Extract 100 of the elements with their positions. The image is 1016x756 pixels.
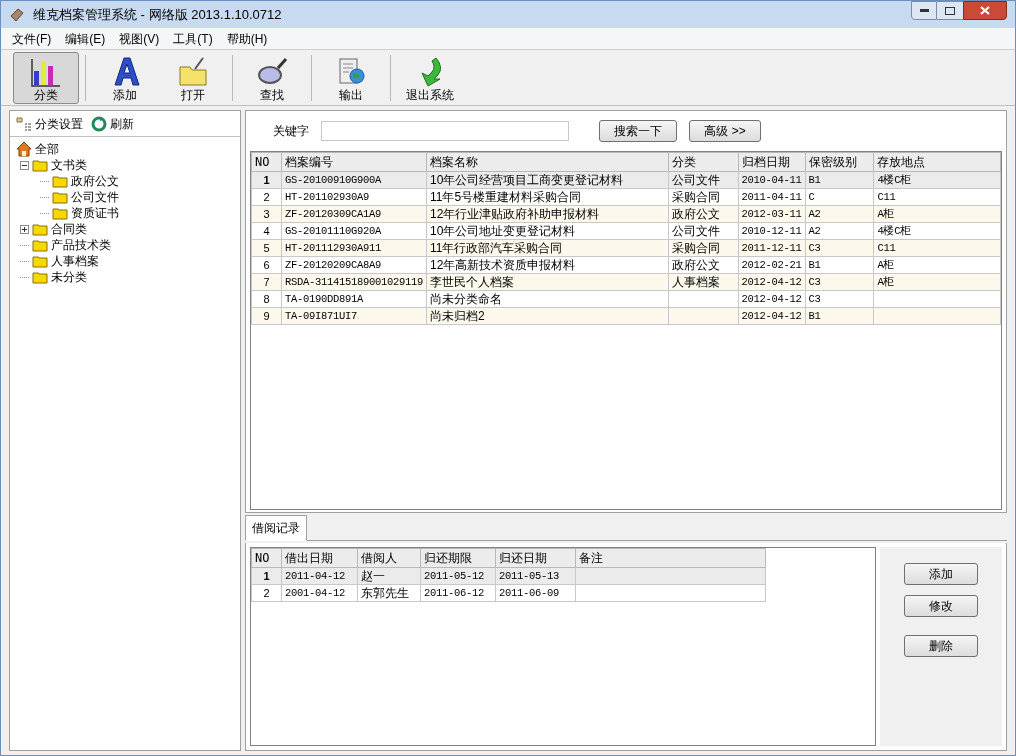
tree-item[interactable]: 人事档案 bbox=[32, 252, 99, 270]
table-cell: 4楼C柜 bbox=[877, 173, 911, 186]
advanced-button[interactable]: 高级 >> bbox=[689, 120, 761, 142]
column-header[interactable]: 归还日期 bbox=[495, 548, 576, 568]
refresh-icon bbox=[91, 115, 107, 132]
toolbar-button[interactable]: 输出 bbox=[318, 51, 384, 104]
column-header[interactable]: 分类 bbox=[668, 152, 739, 172]
table-cell: 2011-04-11 bbox=[741, 190, 802, 203]
table-cell: 采购合同 bbox=[671, 189, 720, 204]
table-cell: 赵一 bbox=[361, 568, 385, 583]
toolbar-button[interactable]: 退出系统 bbox=[397, 51, 463, 104]
tree-item[interactable]: 产品技术类 bbox=[32, 236, 111, 254]
table-cell: 2011-12-11 bbox=[741, 241, 802, 254]
table-cell: C3 bbox=[808, 275, 821, 288]
column-header[interactable]: 归档日期 bbox=[738, 152, 806, 172]
app-icon bbox=[9, 6, 25, 23]
table-cell: B1 bbox=[808, 258, 821, 271]
table-cell: GS-20101110G920A bbox=[284, 224, 381, 237]
expand-toggle-icon[interactable] bbox=[20, 224, 29, 234]
table-cell: ZF-20120209CA8A9 bbox=[284, 258, 381, 271]
table-cell: TA-0190DD891A bbox=[284, 292, 363, 305]
menu-item[interactable]: 视图(V) bbox=[112, 29, 167, 48]
folder-list-icon bbox=[16, 115, 32, 132]
table-cell: 11年5号楼重建材料采购合同 bbox=[429, 189, 582, 204]
column-header[interactable]: 借阅人 bbox=[357, 548, 421, 568]
tree-item[interactable]: 政府公文 bbox=[52, 172, 119, 190]
table-cell: 10年公司地址变更登记材料 bbox=[429, 223, 576, 238]
column-header[interactable]: 归还期限 bbox=[420, 548, 496, 568]
maximize-icon bbox=[945, 6, 955, 15]
table-cell: 1 bbox=[263, 173, 270, 186]
table-cell: 李世民个人档案 bbox=[429, 274, 514, 289]
table-cell: 尚未归档2 bbox=[429, 308, 485, 323]
close-button[interactable] bbox=[963, 1, 1007, 20]
table-cell: 2010-04-11 bbox=[741, 173, 802, 186]
table-cell: C3 bbox=[808, 292, 821, 305]
table-cell: 2011-04-12 bbox=[285, 569, 345, 582]
table-cell: 2012-04-12 bbox=[741, 309, 802, 322]
table-cell: 12年高新技术资质申报材料 bbox=[429, 257, 576, 272]
menu-item[interactable]: 帮助(H) bbox=[219, 29, 275, 48]
window-title: 维克档案管理系统 - 网络版 2013.1.10.0712 bbox=[33, 5, 283, 24]
tree-item[interactable]: 未分类 bbox=[32, 268, 87, 286]
loan-action-button[interactable]: 删除 bbox=[904, 635, 978, 657]
table-cell: 政府公文 bbox=[671, 206, 720, 221]
table-cell: 2012-04-12 bbox=[741, 292, 802, 305]
expand-toggle-icon[interactable] bbox=[20, 160, 29, 170]
tree-item[interactable]: 文书类 bbox=[32, 156, 87, 174]
table-cell: 公司文件 bbox=[671, 172, 720, 187]
table-cell: HT-201102930A9 bbox=[284, 190, 369, 203]
table-cell: 2010-12-11 bbox=[741, 224, 802, 237]
toolbar-button[interactable]: 添加 bbox=[92, 51, 158, 104]
table-cell: 采购合同 bbox=[671, 240, 720, 255]
column-header[interactable]: 档案名称 bbox=[426, 152, 669, 172]
toolbar-button[interactable]: 打开 bbox=[160, 51, 226, 104]
table-cell: 东郭先生 bbox=[361, 585, 409, 600]
toolbar-button[interactable]: 查找 bbox=[239, 51, 305, 104]
minimize-button[interactable] bbox=[911, 1, 937, 20]
keyword-input[interactable] bbox=[321, 121, 569, 141]
category-settings-button[interactable]: 分类设置 bbox=[16, 114, 83, 133]
tree-item[interactable]: 全部 bbox=[16, 140, 59, 158]
column-header[interactable]: 存放地点 bbox=[873, 152, 1001, 172]
menu-item[interactable]: 工具(T) bbox=[166, 29, 220, 48]
table-cell: 11年行政部汽车采购合同 bbox=[429, 240, 563, 255]
column-header[interactable]: NO bbox=[251, 152, 282, 172]
table-cell: 7 bbox=[263, 275, 270, 288]
table-cell: 尚未分类命名 bbox=[429, 291, 502, 306]
folder-icon bbox=[32, 158, 48, 172]
table-cell: 2012-03-11 bbox=[741, 207, 802, 220]
column-header[interactable]: 档案编号 bbox=[281, 152, 427, 172]
table-cell: 1 bbox=[263, 569, 270, 582]
table-cell: 3 bbox=[263, 207, 270, 220]
folder-icon bbox=[52, 206, 68, 220]
menu-item[interactable]: 文件(F) bbox=[5, 29, 59, 48]
table-cell: 5 bbox=[263, 241, 270, 254]
loan-action-button[interactable]: 添加 bbox=[904, 563, 978, 585]
tree-item[interactable]: 资质证书 bbox=[52, 204, 119, 222]
column-header[interactable]: NO bbox=[251, 548, 282, 568]
table-cell: ZF-20120309CA1A9 bbox=[284, 207, 381, 220]
table-cell: 8 bbox=[263, 292, 270, 305]
table-cell: C11 bbox=[877, 241, 896, 254]
table-cell: HT-201112930A911 bbox=[284, 241, 381, 254]
table-cell: 政府公文 bbox=[671, 257, 720, 272]
search-button[interactable]: 搜索一下 bbox=[599, 120, 677, 142]
column-header[interactable]: 借出日期 bbox=[281, 548, 358, 568]
maximize-button[interactable] bbox=[937, 1, 963, 20]
tree-item[interactable]: 公司文件 bbox=[52, 188, 119, 206]
tab[interactable]: 借阅记录 bbox=[245, 515, 307, 541]
table-cell: B1 bbox=[808, 173, 821, 186]
tree-item[interactable]: 合同类 bbox=[32, 220, 87, 238]
column-header[interactable]: 备注 bbox=[575, 548, 766, 568]
table-cell: TA-09I871UI7 bbox=[284, 309, 357, 322]
table-cell: A柜 bbox=[877, 258, 895, 271]
toolbar-button[interactable]: 分类 bbox=[13, 51, 79, 104]
column-header[interactable]: 保密级别 bbox=[805, 152, 874, 172]
refresh-button[interactable]: 刷新 bbox=[91, 114, 134, 133]
table-cell: C11 bbox=[877, 190, 896, 203]
menu-item[interactable]: 编辑(E) bbox=[58, 29, 113, 48]
table-cell: 2011-05-12 bbox=[424, 569, 484, 582]
table-cell: 2012-02-21 bbox=[741, 258, 802, 271]
loan-action-button[interactable]: 修改 bbox=[904, 595, 978, 617]
folder-icon bbox=[52, 174, 68, 188]
